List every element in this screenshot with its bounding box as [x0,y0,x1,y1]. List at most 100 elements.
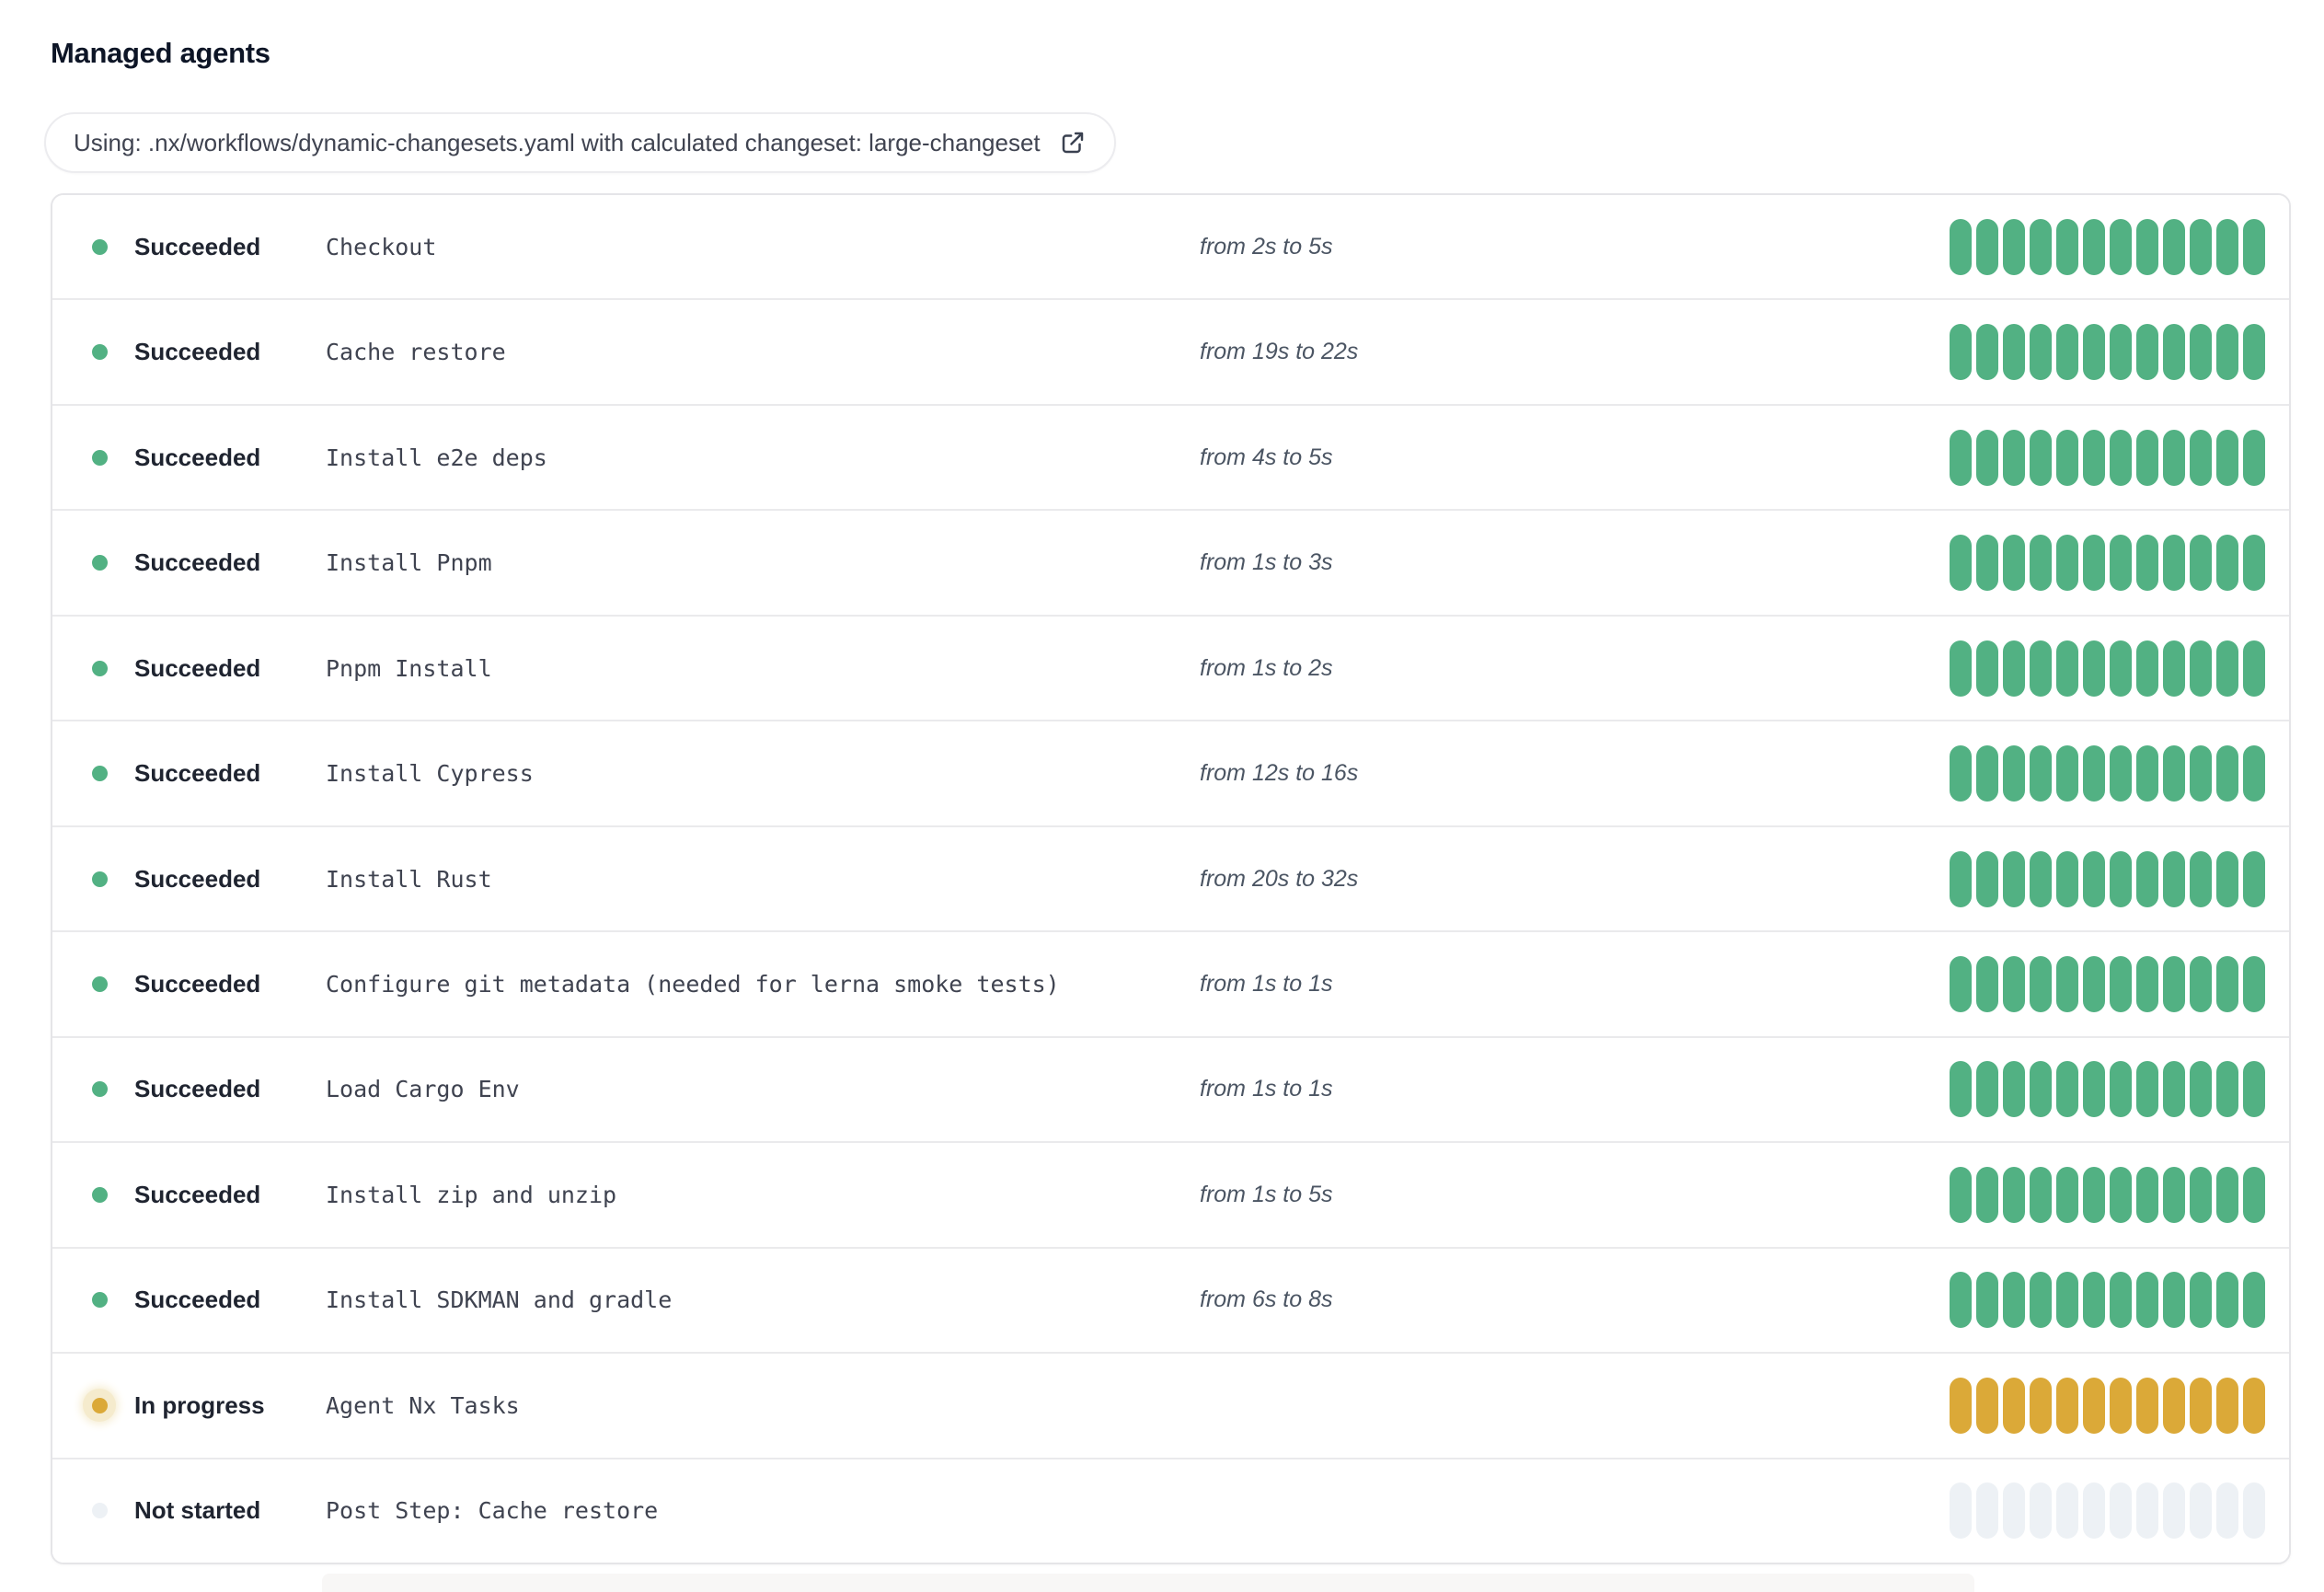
step-name: Install Pnpm [326,549,492,577]
agent-row[interactable]: Not started Post Step: Cache restore [52,1457,2289,1563]
workflow-badge-label: Using: .nx/workflows/dynamic-changesets.… [74,128,1041,156]
progress-segment [1950,1482,1972,1540]
progress-segment [2056,850,2078,907]
progress-segment [2030,324,2052,381]
agent-row[interactable]: Succeeded Install SDKMAN and gradle from… [52,1246,2289,1353]
duration-range: from 1s to 1s [1200,971,1333,998]
progress-segment [1950,850,1972,907]
progress-segment [2243,1377,2265,1434]
status-cell: Succeeded [83,1073,326,1106]
progress-segment [2190,218,2212,275]
progress-segment [2056,1272,2078,1329]
progress-segment [2243,640,2265,697]
step-name: Install zip and unzip [326,1181,617,1208]
progress-segment [1976,429,1998,486]
status-dot [83,441,116,474]
progress-segment [1976,324,1998,381]
status-dot [83,968,116,1001]
progress-segment [2216,640,2238,697]
progress-segment [2136,745,2158,802]
progress-segment [2216,1061,2238,1118]
status-cell: In progress [83,1389,326,1423]
step-name: Configure git metadata (needed for lerna… [326,971,1060,998]
progress-segment [1950,535,1972,592]
progress-segment [1950,429,1972,486]
status-label: Succeeded [134,338,261,366]
step-name: Agent Nx Tasks [326,1391,520,1419]
step-name: Cache restore [326,339,506,366]
progress-segment [2243,324,2265,381]
progress-segment [2216,429,2238,486]
progress-segment [2136,1061,2158,1118]
progress-segment [1950,1272,1972,1329]
progress-segment [2190,1166,2212,1223]
progress-segment [2110,640,2132,697]
agent-row[interactable]: Succeeded Load Cargo Env from 1s to 1s [52,1035,2289,1142]
progress-segment [2190,1272,2212,1329]
agent-row[interactable]: Succeeded Checkout from 2s to 5s [52,195,2289,299]
status-dot [83,1073,116,1106]
progress-bar [1950,850,2265,907]
progress-segment [2003,956,2025,1013]
duration-range: from 19s to 22s [1200,339,1359,365]
progress-segment [1976,850,1998,907]
progress-segment [2056,1482,2078,1540]
progress-segment [2030,218,2052,275]
progress-segment [2083,1166,2105,1223]
progress-segment [2190,745,2212,802]
agent-row[interactable]: Succeeded Cache restore from 19s to 22s [52,298,2289,404]
duration-range: from 6s to 8s [1200,1286,1333,1313]
progress-segment [2243,850,2265,907]
progress-bar [1950,1482,2265,1540]
status-label: Succeeded [134,443,261,471]
progress-segment [2110,218,2132,275]
agent-row[interactable]: Succeeded Configure git metadata (needed… [52,930,2289,1036]
progress-segment [2243,1272,2265,1329]
progress-segment [1976,1061,1998,1118]
status-dot [83,862,116,895]
progress-segment [2136,1482,2158,1540]
external-link-icon[interactable] [1059,129,1087,156]
agent-row[interactable]: Succeeded Install Cypress from 12s to 16… [52,720,2289,825]
agent-row[interactable]: Succeeded Install zip and unzip from 1s … [52,1141,2289,1247]
progress-segment [2163,850,2185,907]
status-cell: Succeeded [83,547,326,580]
progress-segment [2136,535,2158,592]
agent-row[interactable]: Succeeded Install Rust from 20s to 32s [52,825,2289,931]
duration-range: from 1s to 3s [1200,549,1333,576]
status-label: Succeeded [134,759,261,788]
step-name: Install e2e deps [326,444,547,471]
progress-segment [2216,535,2238,592]
progress-segment [2190,1482,2212,1540]
progress-bar [1950,1272,2265,1329]
agent-row[interactable]: Succeeded Install e2e deps from 4s to 5s [52,403,2289,510]
progress-segment [2216,324,2238,381]
progress-segment [1950,1166,1972,1223]
agent-row[interactable]: Succeeded Pnpm Install from 1s to 2s [52,614,2289,721]
progress-segment [2216,1272,2238,1329]
progress-segment [2003,640,2025,697]
agent-row[interactable]: Succeeded Install Pnpm from 1s to 3s [52,509,2289,615]
progress-bar [1950,324,2265,381]
progress-segment [2163,1166,2185,1223]
progress-segment [2110,745,2132,802]
workflow-badge[interactable]: Using: .nx/workflows/dynamic-changesets.… [44,112,1116,173]
progress-segment [2030,745,2052,802]
progress-bar [1950,535,2265,592]
progress-bar [1950,745,2265,802]
progress-segment [2030,1166,2052,1223]
progress-segment [2083,745,2105,802]
status-dot [83,652,116,685]
progress-segment [2083,1482,2105,1540]
agent-row[interactable]: In progress Agent Nx Tasks [52,1352,2289,1458]
progress-segment [2083,1272,2105,1329]
progress-segment [2243,1166,2265,1223]
status-cell: Not started [83,1494,326,1528]
progress-segment [2003,745,2025,802]
progress-segment [2083,429,2105,486]
progress-segment [2163,956,2185,1013]
progress-segment [2243,956,2265,1013]
step-name: Install SDKMAN and gradle [326,1286,673,1314]
progress-segment [2216,745,2238,802]
status-dot [83,757,116,790]
